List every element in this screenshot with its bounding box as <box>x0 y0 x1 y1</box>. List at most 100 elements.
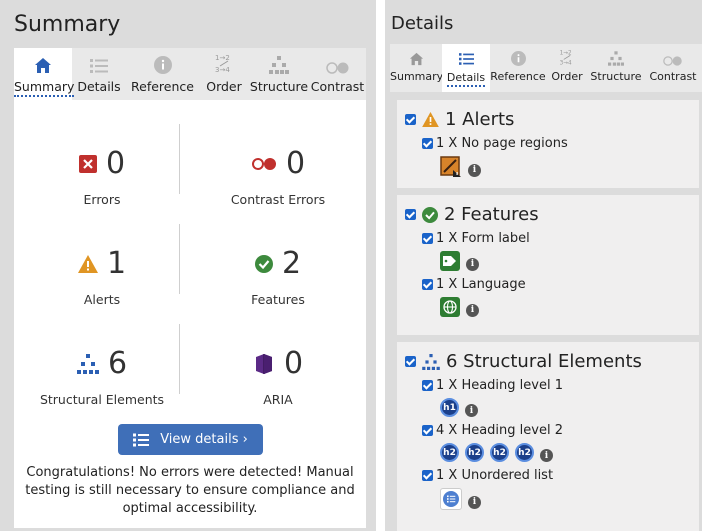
summary-panel-title: Summary <box>14 12 121 37</box>
view-details-button[interactable]: View details › <box>118 424 263 455</box>
heading-2-icon[interactable]: h2 <box>490 443 509 462</box>
view-details-label: View details › <box>160 432 248 447</box>
tab-details[interactable]: Details <box>442 44 490 92</box>
item-checkbox[interactable] <box>422 425 433 436</box>
language-icon[interactable] <box>440 297 460 317</box>
tab-structure[interactable]: Structure <box>588 44 644 92</box>
features-group: 2 Features 1 X Form label i 1 X Language <box>397 195 699 335</box>
contrast-icon <box>663 56 682 66</box>
list-item: 4 X Heading level 2 h2 h2 h2 h2 i <box>397 423 699 462</box>
contrast-error-icon <box>251 158 276 170</box>
heading-2-icon[interactable]: h2 <box>465 443 484 462</box>
structural-group: 6 Structural Elements 1 X Heading level … <box>397 342 699 531</box>
order-icon: 1→23→4 <box>215 54 230 74</box>
info-icon <box>153 56 172 74</box>
item-label: 1 X No page regions <box>436 136 568 151</box>
list-icon <box>90 59 108 73</box>
tab-label: Contrast <box>649 70 697 83</box>
summary-tab-bar: Summary Details Reference 1→2 3→4 Order S… <box>14 48 366 100</box>
tab-contrast[interactable]: Contrast <box>309 48 366 100</box>
tab-label: Summary <box>14 79 75 97</box>
tab-structure[interactable]: Structure <box>249 48 309 100</box>
contrast-errors-count: 0 <box>285 146 306 181</box>
structural-count: 6 <box>107 346 128 381</box>
tab-reference[interactable]: Reference <box>126 48 199 100</box>
list-icon <box>443 491 459 507</box>
item-label: 4 X Heading level 2 <box>436 423 563 438</box>
structure-icon <box>608 51 624 66</box>
alerts-checkbox[interactable] <box>405 114 416 125</box>
errors-count: 0 <box>105 146 126 181</box>
tab-order[interactable]: 1→2 3→4 Order <box>199 48 249 100</box>
contrast-errors-stat: 0 Contrast Errors <box>190 144 366 208</box>
tab-label: Summary <box>390 70 444 83</box>
item-label: 1 X Heading level 1 <box>436 378 563 393</box>
details-tab-bar: Summary Details Reference 1→2 3→4 Order S… <box>390 44 702 92</box>
list-item: 1 X Unordered list i <box>397 468 699 510</box>
aria-stat: 0 ARIA <box>190 344 366 407</box>
order-icon: 1→23→4 <box>560 51 572 66</box>
item-checkbox[interactable] <box>422 138 433 149</box>
info-icon[interactable]: i <box>466 257 479 271</box>
item-label: 1 X Language <box>436 277 526 292</box>
no-page-regions-icon[interactable] <box>440 156 462 178</box>
error-icon <box>78 155 97 173</box>
info-icon[interactable]: i <box>468 163 481 177</box>
structural-group-title: 6 Structural Elements <box>446 351 642 372</box>
tab-label: Reference <box>490 70 546 83</box>
tab-label: Structure <box>249 79 309 94</box>
list-item: 1 X Form label i <box>397 231 699 271</box>
summary-body: 0 Errors 0 Contrast Errors 1 Alerts 2 Fe… <box>14 100 366 528</box>
tab-contrast[interactable]: Contrast <box>644 44 702 92</box>
item-checkbox[interactable] <box>422 279 433 290</box>
structure-icon <box>422 353 440 370</box>
features-count: 2 <box>281 246 302 281</box>
details-panel: Details Summary Details Reference 1→2 3→4… <box>385 0 702 531</box>
list-item: 1 X Heading level 1 h1 i <box>397 378 699 417</box>
item-checkbox[interactable] <box>422 470 433 481</box>
list-icon <box>458 53 474 65</box>
alerts-group: 1 Alerts 1 X No page regions i <box>397 100 699 188</box>
alerts-label: Alerts <box>83 292 121 307</box>
alerts-group-title: 1 Alerts <box>445 109 515 130</box>
congrats-message: Congratulations! No errors were detected… <box>25 465 355 516</box>
item-checkbox[interactable] <box>422 380 433 391</box>
tab-summary[interactable]: Summary <box>14 48 75 100</box>
alerts-count: 1 <box>106 246 127 281</box>
aria-label: ARIA <box>263 392 293 407</box>
globe-icon <box>443 300 457 314</box>
errors-stat: 0 Errors <box>14 144 190 207</box>
form-label-icon[interactable] <box>440 251 460 271</box>
unordered-list-icon[interactable] <box>440 488 462 510</box>
summary-panel: Summary Summary Details Reference 1→2 3→4… <box>0 0 376 531</box>
features-label: Features <box>251 292 305 307</box>
structural-stat: 6 Structural Elements <box>14 344 190 408</box>
tab-label: Structure <box>590 70 642 83</box>
structural-checkbox[interactable] <box>405 356 416 367</box>
structural-label: Structural Elements <box>39 392 165 407</box>
info-icon[interactable]: i <box>465 404 478 417</box>
check-circle-icon <box>254 255 273 273</box>
heading-2-icon[interactable]: h2 <box>515 443 534 462</box>
tab-details[interactable]: Details <box>72 48 126 100</box>
tab-label: Reference <box>131 79 194 94</box>
heading-2-icon[interactable]: h2 <box>440 443 459 462</box>
structure-icon <box>76 354 99 374</box>
tab-summary[interactable]: Summary <box>390 44 444 92</box>
contrast-icon <box>325 62 348 74</box>
list-item: 1 X No page regions i <box>397 136 699 178</box>
info-icon[interactable]: i <box>466 303 479 317</box>
features-group-title: 2 Features <box>444 204 539 225</box>
tab-reference[interactable]: Reference <box>490 44 546 92</box>
tab-label: Details <box>77 79 121 94</box>
tab-order[interactable]: 1→2 3→4 Order <box>546 44 588 92</box>
features-checkbox[interactable] <box>405 209 416 220</box>
item-checkbox[interactable] <box>422 233 433 244</box>
info-icon[interactable]: i <box>468 495 481 509</box>
svg-text:3→4: 3→4 <box>215 66 230 74</box>
heading-1-icon[interactable]: h1 <box>440 398 459 417</box>
features-stat: 2 Features <box>190 244 366 308</box>
alert-icon <box>422 112 439 127</box>
info-icon[interactable]: i <box>540 449 553 462</box>
tab-label: Order <box>551 70 583 83</box>
